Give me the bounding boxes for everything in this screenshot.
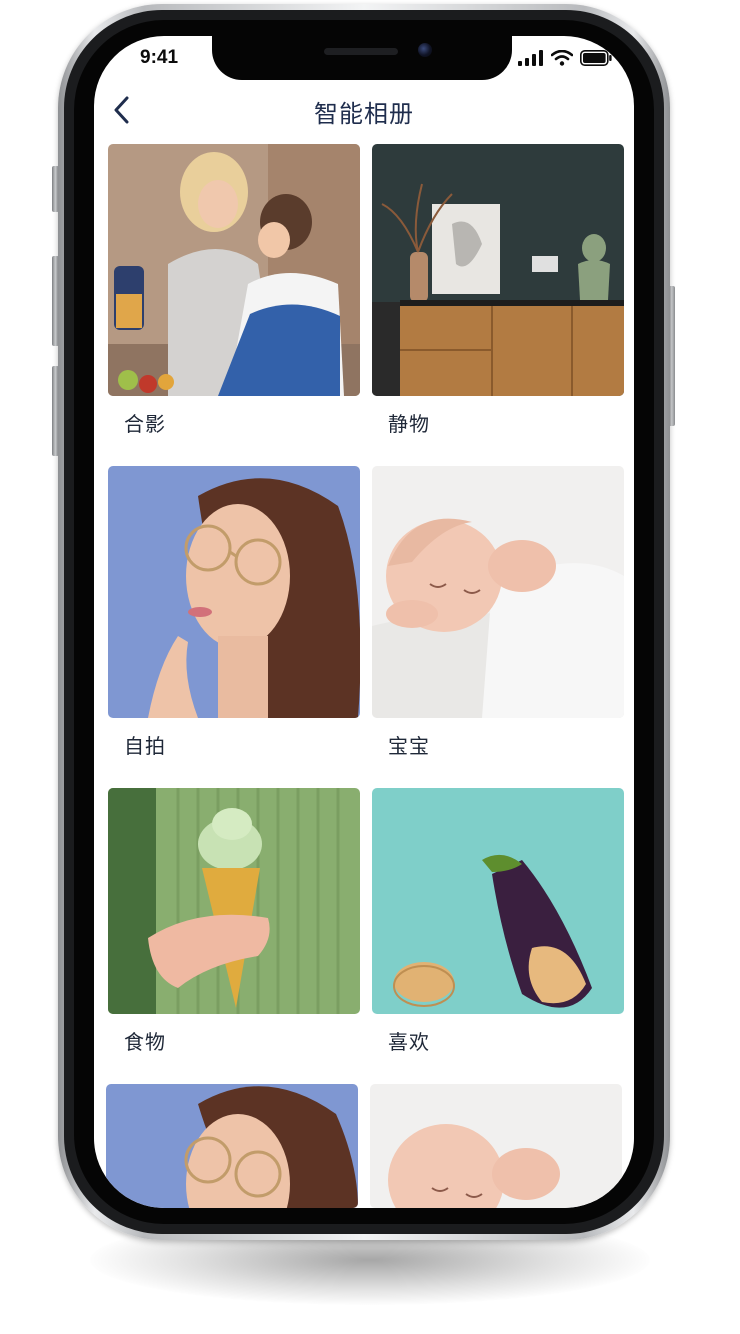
- phone-screen: 合影 静物 自拍 宝宝 食物 喜欢 智能相册 9:41: [94, 36, 634, 1208]
- album-thumbnail: [108, 466, 360, 718]
- album-label: 静物: [388, 412, 430, 436]
- album-label: 合影: [124, 412, 166, 436]
- status-icons: [518, 48, 612, 68]
- page-title: 智能相册: [314, 100, 414, 128]
- album-thumbnail: [372, 144, 624, 396]
- mockup-stage: 合影 静物 自拍 宝宝 食物 喜欢 智能相册 9:41: [0, 0, 740, 1334]
- battery-icon: [580, 50, 612, 66]
- speaker-grille: [324, 48, 398, 55]
- album-thumbnail: [370, 1084, 622, 1208]
- album-thumbnail: [372, 788, 624, 1014]
- navigation-bar: 智能相册: [94, 84, 634, 134]
- wifi-icon: [551, 50, 573, 66]
- album-grid: 合影 静物 自拍 宝宝 食物 喜欢: [94, 36, 634, 1208]
- album-label: 食物: [124, 1030, 166, 1054]
- album-thumbnail: [108, 788, 360, 1014]
- album-label: 喜欢: [388, 1030, 430, 1054]
- status-time: 9:41: [140, 47, 179, 68]
- front-camera-icon: [418, 43, 432, 57]
- album-thumbnail: [108, 144, 360, 396]
- album-thumbnail: [106, 1084, 358, 1208]
- album-thumbnail: [372, 466, 624, 718]
- album-label: 宝宝: [388, 734, 430, 758]
- notch: [212, 36, 512, 80]
- cellular-signal-icon: [518, 50, 543, 66]
- album-label: 自拍: [124, 734, 166, 758]
